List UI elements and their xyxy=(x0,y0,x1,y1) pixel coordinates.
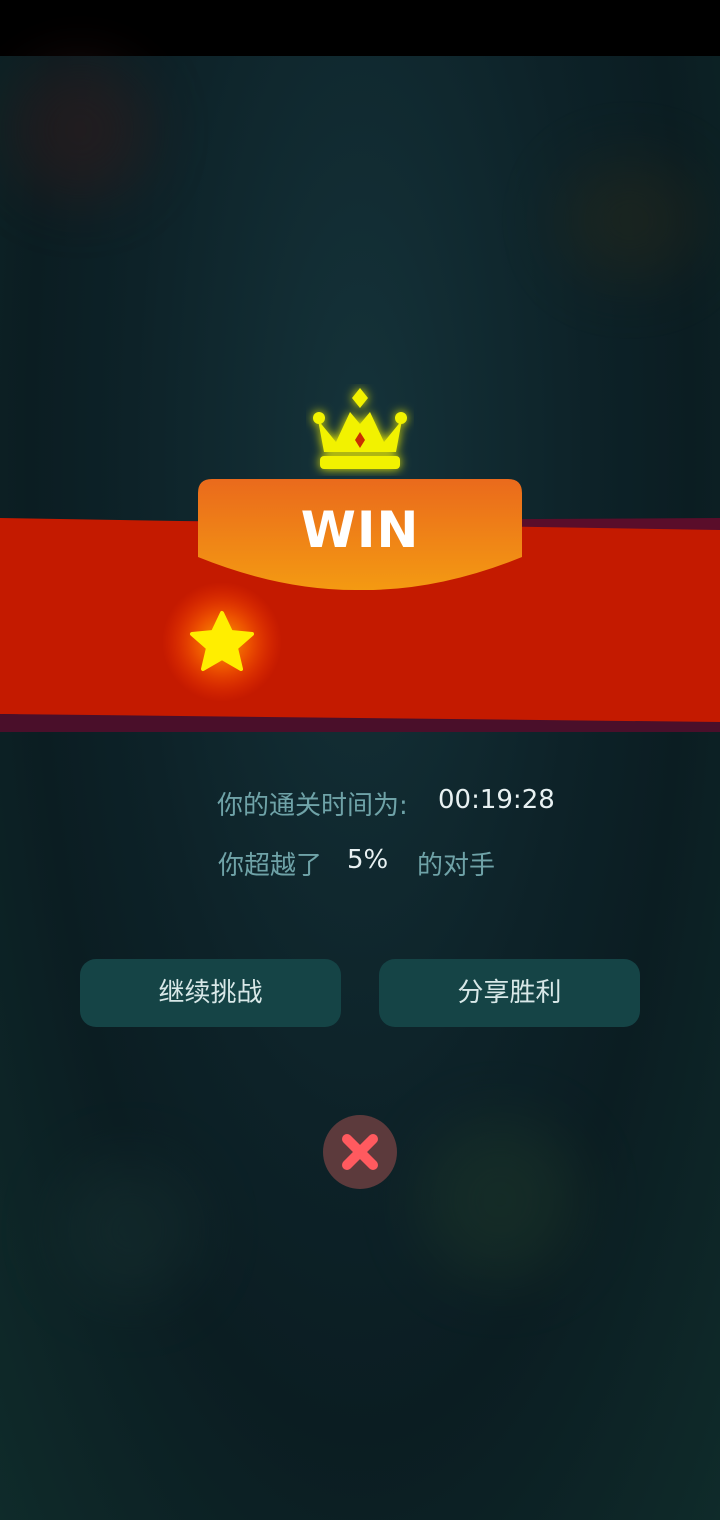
close-icon xyxy=(342,1134,378,1170)
result-title: WIN xyxy=(300,501,420,559)
close-button[interactable] xyxy=(323,1115,397,1189)
star-icon xyxy=(162,582,282,702)
clear-time-label: 你的通关时间为: xyxy=(217,791,408,821)
crown-icon xyxy=(313,388,407,469)
beat-rate-suffix: 的对手 xyxy=(417,851,496,881)
background-glow xyxy=(420,1120,580,1280)
beat-rate-label: 你超越了 xyxy=(218,851,323,881)
clear-time-value: 00:19:28 xyxy=(438,785,555,815)
beat-rate-value: 5% xyxy=(347,845,389,875)
background-glow xyxy=(60,1160,200,1300)
continue-challenge-button[interactable]: 继续挑战 xyxy=(80,959,341,1027)
background-glow xyxy=(560,160,700,280)
share-victory-button[interactable]: 分享胜利 xyxy=(379,959,640,1027)
status-bar xyxy=(0,0,720,56)
background-glow xyxy=(10,60,150,200)
